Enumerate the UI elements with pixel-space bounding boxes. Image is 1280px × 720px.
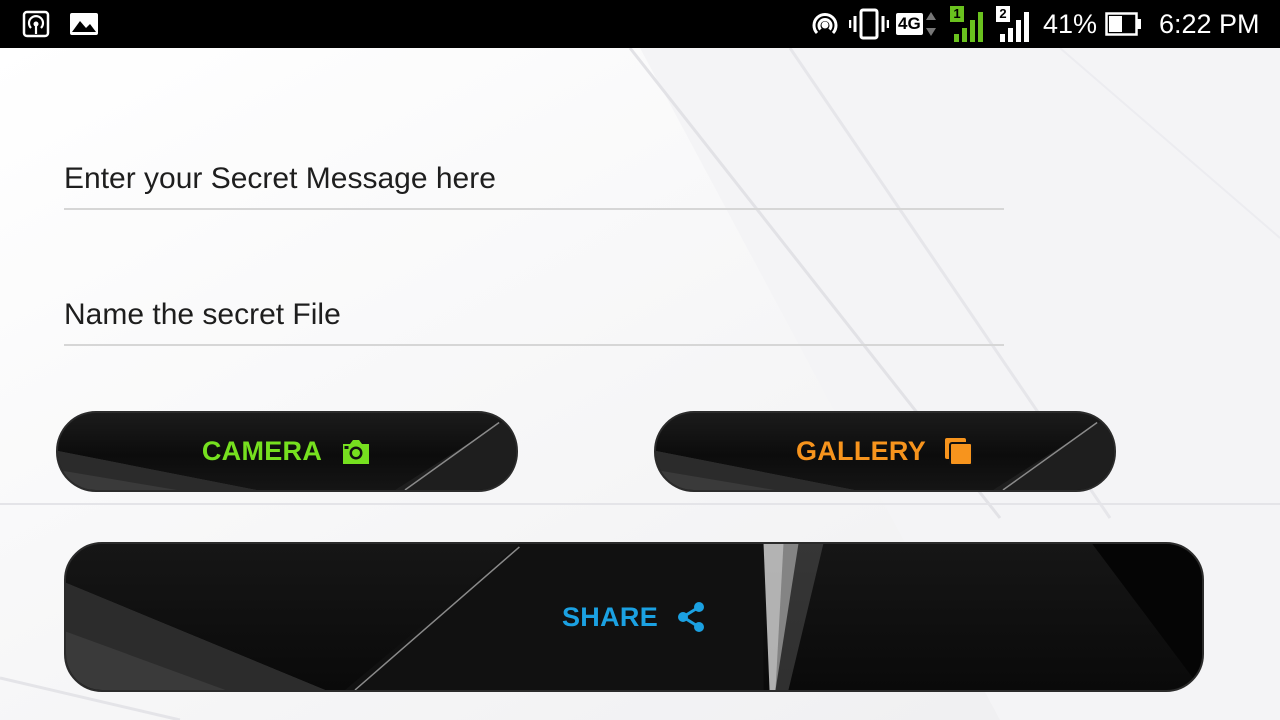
hotspot-icon bbox=[22, 0, 50, 48]
camera-button-label: CAMERA bbox=[201, 436, 323, 466]
gallery-icon bbox=[944, 437, 974, 467]
wifi-hotspot-icon bbox=[808, 0, 842, 48]
network-type-label: 4G bbox=[896, 13, 923, 35]
gallery-button[interactable]: GALLERY bbox=[654, 411, 1116, 492]
share-button-label: SHARE bbox=[561, 601, 658, 632]
battery-percent: 41% bbox=[1043, 8, 1098, 39]
sim2-label: 2 bbox=[996, 6, 1010, 22]
image-icon bbox=[69, 0, 99, 48]
camera-icon bbox=[340, 438, 372, 466]
camera-button[interactable]: CAMERA bbox=[56, 411, 518, 492]
vibrate-icon bbox=[849, 0, 889, 48]
battery-icon bbox=[1105, 0, 1143, 48]
status-bar: 4G 1 2 41% 6:22 PM bbox=[0, 0, 1280, 48]
signal-sim1-icon: 1 bbox=[950, 0, 988, 48]
share-icon bbox=[676, 601, 706, 633]
secret-file-name-input[interactable] bbox=[64, 286, 1004, 346]
sim1-label: 1 bbox=[950, 6, 964, 22]
clock: 6:22 PM bbox=[1159, 8, 1260, 39]
share-button[interactable]: SHARE bbox=[64, 542, 1204, 692]
network-4g-icon: 4G bbox=[896, 0, 937, 48]
app-screen: 4G 1 2 41% 6:22 PM Enter your Secret Mes… bbox=[0, 0, 1280, 720]
signal-sim2-icon: 2 bbox=[996, 0, 1034, 48]
gallery-button-label: GALLERY bbox=[795, 436, 927, 466]
secret-message-input[interactable] bbox=[64, 150, 1004, 210]
